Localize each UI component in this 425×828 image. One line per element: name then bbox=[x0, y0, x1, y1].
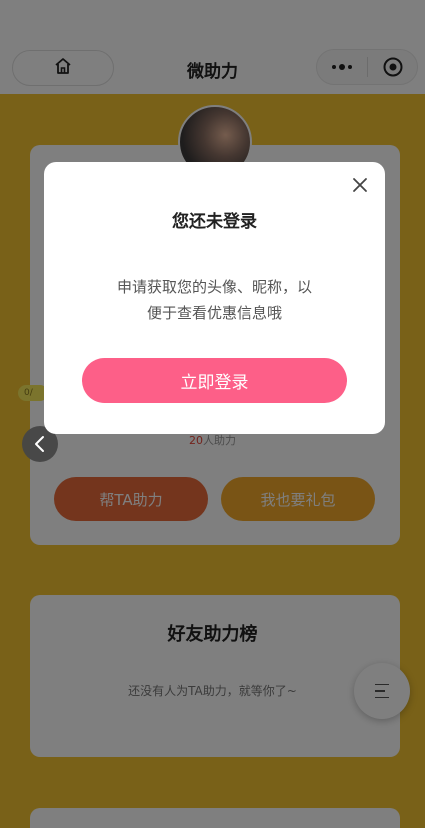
modal-title: 您还未登录 bbox=[172, 212, 257, 232]
login-modal: 您还未登录 申请获取您的头像、昵称，以 便于查看优惠信息哦 立即登录 bbox=[44, 162, 385, 434]
modal-description: 申请获取您的头像、昵称，以 便于查看优惠信息哦 bbox=[84, 274, 345, 326]
modal-close-button[interactable] bbox=[349, 174, 371, 196]
modal-description-line1: 申请获取您的头像、昵称，以 bbox=[116, 278, 312, 296]
close-icon bbox=[353, 178, 367, 192]
modal-description-line2: 便于查看优惠信息哦 bbox=[146, 304, 282, 322]
chevron-left-icon bbox=[35, 436, 44, 452]
login-button[interactable]: 立即登录 bbox=[82, 358, 347, 403]
